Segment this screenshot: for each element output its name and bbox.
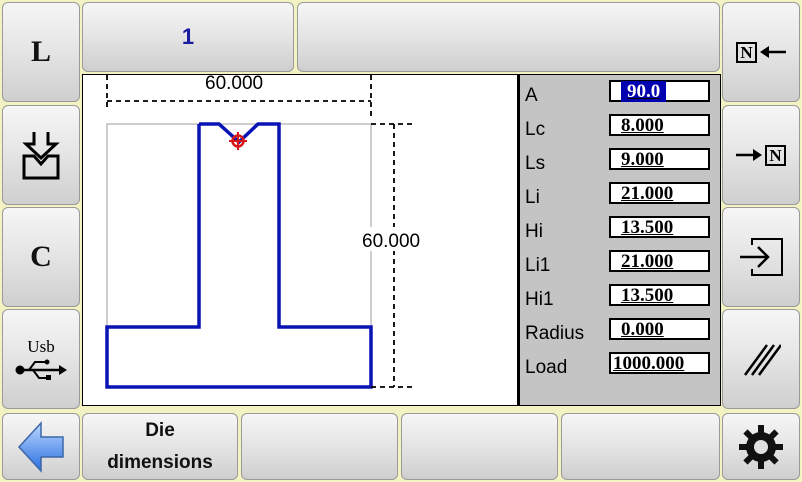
param-input-li[interactable]: 21.000 — [609, 182, 710, 204]
hatch-icon — [743, 344, 781, 376]
width-dimension-label: 60.000 — [205, 75, 263, 94]
die-dimensions-softkey[interactable]: Die dimensions — [82, 413, 238, 480]
softkey-3[interactable] — [401, 413, 558, 480]
import-n-label: N — [736, 41, 757, 63]
enter-icon — [740, 238, 783, 276]
export-n-label: N — [765, 144, 786, 166]
param-label: Load — [525, 357, 568, 378]
param-label: Radius — [525, 323, 585, 344]
param-row-lc: Lc 8.000 — [520, 111, 720, 145]
bounding-frame — [106, 123, 372, 388]
softkey-line1: Die — [145, 419, 175, 441]
param-label: Li — [525, 187, 540, 208]
param-value: 0.000 — [621, 319, 664, 340]
c-button[interactable]: C — [2, 207, 80, 307]
back-button[interactable] — [2, 413, 80, 480]
param-label: Lc — [525, 119, 546, 140]
import-icon: N — [736, 41, 786, 63]
param-input-hi1[interactable]: 13.500 — [609, 284, 710, 306]
die-drawing: 60.000 60.000 — [82, 73, 518, 406]
die-profile-diagram: 60.000 60.000 — [105, 73, 428, 389]
param-label: Hi — [525, 221, 543, 242]
height-dimension — [371, 123, 415, 388]
softkey-4[interactable] — [561, 413, 720, 480]
param-input-li1[interactable]: 21.000 — [609, 250, 710, 272]
usb-label: Usb — [27, 337, 55, 356]
param-input-load[interactable]: 1000.000 — [609, 352, 710, 374]
param-label: Li1 — [525, 255, 551, 276]
parameter-panel: A 90.0 Lc 8.000 Ls 9.000 Li 21.000 Hi 13… — [518, 74, 721, 406]
param-row-radius: Radius 0.000 — [520, 315, 720, 349]
tab-1[interactable]: 1 — [82, 2, 294, 72]
param-label: Hi1 — [525, 289, 554, 310]
settings-button[interactable] — [722, 413, 800, 480]
param-value: 90.0 — [621, 81, 667, 102]
hatch-button[interactable] — [722, 309, 800, 409]
param-row-li1: Li1 21.000 — [520, 247, 720, 281]
param-input-ls[interactable]: 9.000 — [609, 148, 710, 170]
param-value: 21.000 — [621, 183, 674, 204]
export-icon: N — [736, 144, 786, 166]
param-value: 8.000 — [621, 115, 664, 136]
die-tool-button[interactable] — [2, 105, 80, 205]
param-label: A — [525, 85, 538, 106]
c-button-label: C — [30, 240, 52, 273]
tab-number: 1 — [181, 24, 195, 49]
param-row-a: A 90.0 — [520, 77, 720, 111]
gear-icon — [739, 424, 783, 469]
param-row-load: Load 1000.000 — [520, 349, 720, 383]
param-label: Ls — [525, 153, 546, 174]
title-bar — [297, 2, 720, 72]
export-button[interactable]: N — [722, 105, 800, 205]
param-row-li: Li 21.000 — [520, 179, 720, 213]
softkey-2[interactable] — [241, 413, 398, 480]
import-button[interactable]: N — [722, 2, 800, 102]
param-input-radius[interactable]: 0.000 — [609, 318, 710, 340]
softkey-line2: dimensions — [107, 451, 213, 473]
die-tool-icon — [22, 132, 60, 180]
l-button-label: L — [30, 35, 51, 68]
height-dimension-label: 60.000 — [362, 231, 420, 252]
usb-icon — [15, 359, 67, 380]
back-arrow-icon — [17, 420, 64, 473]
param-value: 13.500 — [621, 217, 674, 238]
param-value: 1000.000 — [613, 353, 685, 374]
param-value: 13.500 — [621, 285, 674, 306]
param-input-a[interactable]: 90.0 — [609, 80, 710, 102]
param-input-lc[interactable]: 8.000 — [609, 114, 710, 136]
param-row-ls: Ls 9.000 — [520, 145, 720, 179]
param-input-hi[interactable]: 13.500 — [609, 216, 710, 238]
param-row-hi1: Hi1 13.500 — [520, 281, 720, 315]
usb-button[interactable]: Usb — [2, 309, 80, 409]
param-row-hi: Hi 13.500 — [520, 213, 720, 247]
param-value: 9.000 — [621, 149, 664, 170]
enter-button[interactable] — [722, 207, 800, 307]
l-button[interactable]: L — [2, 2, 80, 102]
die-profile — [105, 122, 373, 389]
param-value: 21.000 — [621, 251, 674, 272]
